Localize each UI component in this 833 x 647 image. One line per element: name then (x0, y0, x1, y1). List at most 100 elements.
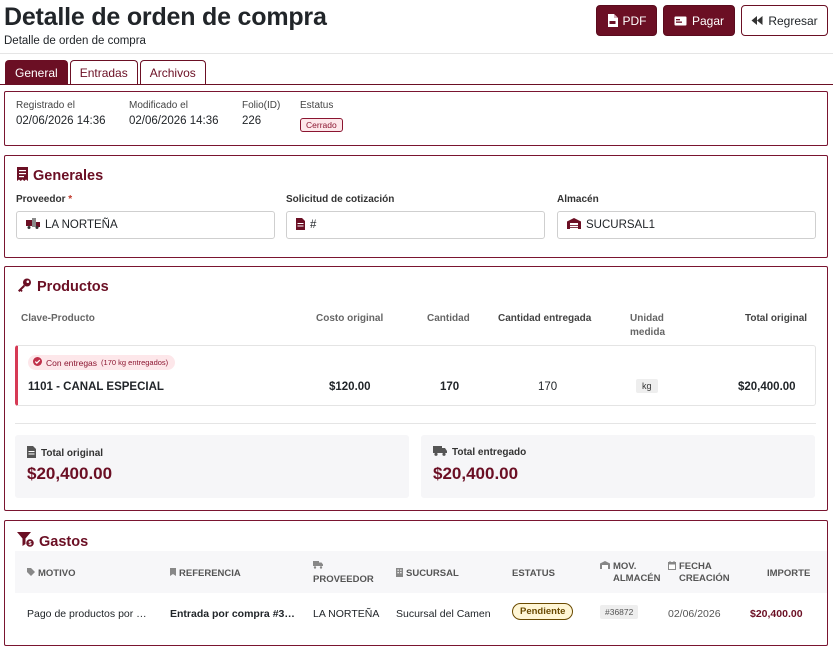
col-total: Total original (745, 313, 808, 324)
registered-label: Registrado el (16, 100, 75, 111)
col-entregada: Cantidad entregada (498, 313, 592, 324)
total-original-label-text: Total original (41, 448, 104, 459)
solicitud-value: # (310, 219, 317, 231)
productos-divider (15, 423, 816, 424)
total-original-card: Total original $20,400.00 (15, 435, 409, 498)
product-name: 1101 - CANAL ESPECIAL (28, 381, 164, 393)
backward-icon (751, 16, 763, 25)
pdf-button-label: PDF (622, 13, 647, 28)
gasto-referencia[interactable]: Entrada por compra #3… (170, 608, 295, 620)
table-row[interactable]: Con entregas (170 kg entregados) 1101 - … (15, 345, 816, 406)
modified-label: Modificado el (129, 100, 188, 111)
building-icon (396, 568, 403, 581)
gasto-importe: $20,400.00 (750, 608, 803, 620)
gasto-sucursal: Sucursal del Camen (396, 608, 491, 620)
pay-button[interactable]: Pagar (663, 5, 735, 36)
product-unidad: kg (636, 379, 658, 393)
col-mov-almacen: MOV. ALMACÉN (600, 561, 661, 585)
product-costo: $120.00 (329, 381, 371, 393)
productos-title-text: Productos (37, 279, 109, 295)
truck-small-icon (313, 561, 323, 573)
tag-icon (27, 568, 35, 580)
col-fecha: FECHA CREACIÓN (668, 561, 730, 585)
truck-loading-icon (26, 218, 40, 232)
delivery-status-text: Con entregas (46, 357, 98, 368)
total-entregado-label: Total entregado (433, 446, 526, 459)
invoice-icon (27, 446, 36, 461)
col-clave: Clave-Producto (21, 313, 95, 324)
proveedor-label: Proveedor * (16, 194, 72, 205)
gastos-title-text: Gastos (39, 533, 89, 550)
solicitud-label: Solicitud de cotización (286, 194, 395, 205)
col-motivo: MOTIVO (27, 568, 75, 580)
col-fecha-text: FECHA CREACIÓN (679, 561, 730, 584)
gasto-proveedor: LA NORTEÑA (313, 608, 380, 620)
productos-title: Productos (17, 278, 109, 296)
col-estatus: ESTATUS (512, 568, 555, 579)
gastos-title: $ Gastos (17, 532, 88, 551)
tab-underline (0, 84, 833, 85)
bookmark-icon (170, 568, 176, 580)
back-button-label: Regresar (768, 13, 818, 28)
page-subtitle: Detalle de orden de compra (4, 35, 146, 47)
tab-archivos[interactable]: Archivos (139, 60, 206, 85)
delivery-status-detail: (170 kg entregados) (101, 358, 169, 367)
tab-entradas[interactable]: Entradas (69, 60, 138, 85)
col-proveedor: PROVEEDOR (313, 561, 374, 586)
almacen-field[interactable]: SUCURSAL1 (557, 211, 816, 239)
gasto-mov-almacen[interactable]: #36872 (600, 605, 639, 619)
product-total: $20,400.00 (738, 381, 796, 393)
money-bill-icon (674, 16, 687, 26)
registered-value: 02/06/2026 14:36 (16, 115, 106, 127)
tab-bar: General Entradas Archivos (5, 60, 206, 85)
productos-card: Productos Clave-Producto Costo original … (4, 266, 828, 511)
warehouse-small-icon (600, 561, 610, 573)
header-divider (0, 53, 833, 54)
gastos-card: $ Gastos MOTIVO REFERENCIA PROVEEDOR SUC… (4, 520, 828, 646)
status-label: Estatus (300, 100, 334, 111)
proveedor-field[interactable]: LA NORTEÑA (16, 211, 275, 239)
total-entregado-value: $20,400.00 (433, 464, 519, 483)
gasto-status-badge: Pendiente (512, 603, 574, 620)
col-cantidad: Cantidad (427, 313, 470, 324)
filter-money-icon: $ (17, 532, 34, 551)
delivery-status-badge: Con entregas (170 kg entregados) (28, 355, 176, 370)
key-icon (17, 278, 32, 296)
solicitud-field[interactable]: # (286, 211, 545, 239)
pdf-button[interactable]: PDF (596, 5, 657, 36)
proveedor-label-text: Proveedor (16, 194, 66, 205)
tab-general[interactable]: General (5, 60, 68, 85)
product-cantidad: 170 (440, 381, 460, 393)
meta-card: Registrado el 02/06/2026 14:36 Modificad… (4, 91, 828, 146)
col-mov-almacen-text: MOV. ALMACÉN (613, 561, 661, 584)
total-entregado-label-text: Total entregado (452, 447, 527, 458)
product-entregada: 170 (538, 381, 558, 393)
check-circle-icon (33, 357, 42, 368)
back-button[interactable]: Regresar (741, 5, 828, 36)
col-importe: IMPORTE (767, 568, 811, 579)
col-sucursal-text: SUCURSAL (406, 568, 459, 579)
gasto-fecha: 02/06/2026 (668, 608, 721, 620)
col-unidad: Unidad medida (630, 313, 666, 338)
total-original-value: $20,400.00 (27, 464, 113, 483)
truck-icon (433, 446, 447, 459)
svg-text:$: $ (28, 541, 31, 547)
total-original-label: Total original (27, 446, 103, 461)
almacen-value: SUCURSAL1 (586, 219, 656, 231)
warehouse-icon (567, 218, 581, 232)
modified-value: 02/06/2026 14:36 (129, 115, 219, 127)
col-proveedor-text: PROVEEDOR (313, 574, 374, 585)
generales-title: Generales (17, 167, 103, 185)
col-sucursal: SUCURSAL (396, 568, 459, 581)
document-icon (296, 217, 305, 233)
calendar-icon (668, 561, 676, 574)
col-motivo-text: MOTIVO (38, 568, 76, 579)
col-costo: Costo original (316, 313, 384, 324)
generales-title-text: Generales (33, 168, 104, 184)
folio-label: Folio(ID) (242, 100, 281, 111)
pdf-icon (607, 14, 618, 27)
folio-value: 226 (242, 115, 262, 127)
required-marker: * (68, 194, 73, 205)
gasto-motivo: Pago de productos por … (27, 608, 147, 620)
almacen-label: Almacén (557, 194, 599, 205)
